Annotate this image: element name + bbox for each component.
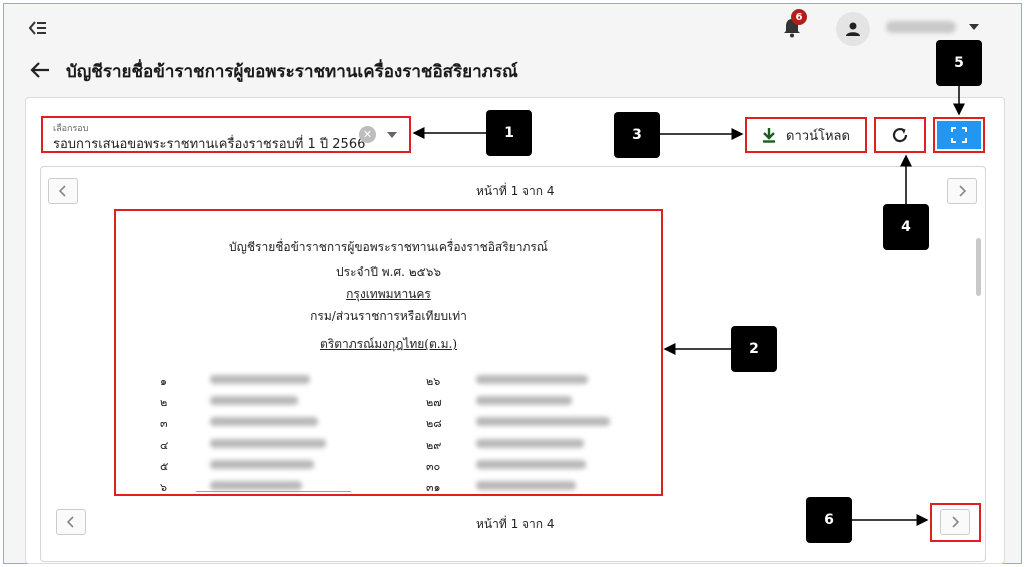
user-icon	[846, 22, 860, 36]
chevron-down-icon[interactable]	[387, 132, 397, 138]
callout-1: 1	[486, 110, 532, 156]
doc-province: กรุงเทพมหานคร	[346, 287, 431, 301]
page-indicator-bottom: หน้าที่ 1 จาก 4	[476, 517, 555, 531]
download-icon	[763, 128, 776, 143]
document-page: บัญชีรายชื่อข้าราชการผู้ขอพระราชทานเครื่…	[114, 209, 663, 496]
redacted-name	[476, 396, 572, 405]
list-number: ๒๙	[426, 439, 442, 452]
clear-icon[interactable]: ✕	[359, 126, 376, 143]
next-page-button-bottom[interactable]	[940, 509, 970, 535]
collapse-sidebar-icon[interactable]	[26, 16, 50, 40]
callout-2: 2	[731, 326, 777, 372]
list-number: ๕	[160, 460, 169, 473]
list-number: ๔	[160, 439, 169, 452]
list-number: ๒๖	[426, 375, 441, 388]
prev-page-button-top[interactable]	[48, 178, 78, 204]
avatar[interactable]	[836, 12, 870, 46]
callout-3: 3	[614, 112, 660, 158]
callout-6: 6	[806, 497, 852, 543]
redacted-name	[476, 481, 576, 490]
redacted-name	[476, 460, 586, 469]
doc-year: ประจำปี พ.ศ. ๒๕๖๖	[336, 265, 441, 279]
doc-decoration-class: ตริตาภรณ์มงกุฎไทย(ต.ม.)	[319, 337, 458, 351]
refresh-button[interactable]	[874, 117, 926, 153]
callout-5: 5	[936, 40, 982, 86]
download-label: ดาวน์โหลด	[786, 128, 850, 144]
redacted-name	[210, 375, 310, 384]
list-number: ๓	[160, 417, 168, 430]
download-button[interactable]: ดาวน์โหลด	[745, 117, 867, 153]
page-title: บัญชีรายชื่อข้าราชการผู้ขอพระราชทานเครื่…	[66, 62, 518, 82]
list-number: ๒๘	[426, 417, 442, 430]
list-number: ๒	[160, 396, 168, 409]
account-menu-caret-icon[interactable]	[969, 24, 979, 30]
fullscreen-icon	[937, 121, 981, 149]
round-select-value: รอบการเสนอขอพระราชทานเครื่องราชรอบที่ 1 …	[53, 137, 366, 152]
round-select[interactable]: เลือกรอบ รอบการเสนอขอพระราชทานเครื่องราช…	[41, 116, 411, 153]
list-number: ๓๐	[426, 460, 441, 473]
list-number: ๒๗	[426, 396, 442, 409]
doc-department: กรม/ส่วนราชการหรือเทียบเท่า	[310, 309, 467, 323]
list-number: ๑	[160, 375, 167, 388]
redacted-name	[210, 417, 318, 426]
back-arrow-icon[interactable]	[29, 60, 51, 80]
redacted-name	[476, 439, 584, 448]
next-page-button-top[interactable]	[947, 178, 977, 204]
chevron-left-icon	[59, 185, 66, 197]
chevron-right-icon	[952, 516, 959, 528]
chevron-left-icon	[67, 516, 74, 528]
notification-badge: 6	[791, 9, 807, 25]
callout-4: 4	[883, 204, 929, 250]
refresh-icon	[892, 127, 908, 143]
username-blurred[interactable]	[886, 21, 956, 33]
divider-line	[196, 491, 351, 492]
page-indicator-top: หน้าที่ 1 จาก 4	[476, 184, 555, 198]
viewer-scrollbar[interactable]	[976, 238, 981, 296]
list-number: ๓๑	[426, 481, 441, 494]
redacted-name	[476, 417, 610, 426]
redacted-name	[210, 460, 314, 469]
redacted-name	[476, 375, 588, 384]
prev-page-button-bottom[interactable]	[56, 509, 86, 535]
chevron-right-icon	[959, 185, 966, 197]
redacted-name	[210, 396, 298, 405]
fullscreen-button[interactable]	[933, 117, 985, 153]
doc-heading: บัญชีรายชื่อข้าราชการผู้ขอพระราชทานเครื่…	[229, 240, 548, 254]
redacted-name	[210, 481, 302, 490]
redacted-name	[210, 439, 326, 448]
list-number: ๖	[160, 481, 167, 494]
